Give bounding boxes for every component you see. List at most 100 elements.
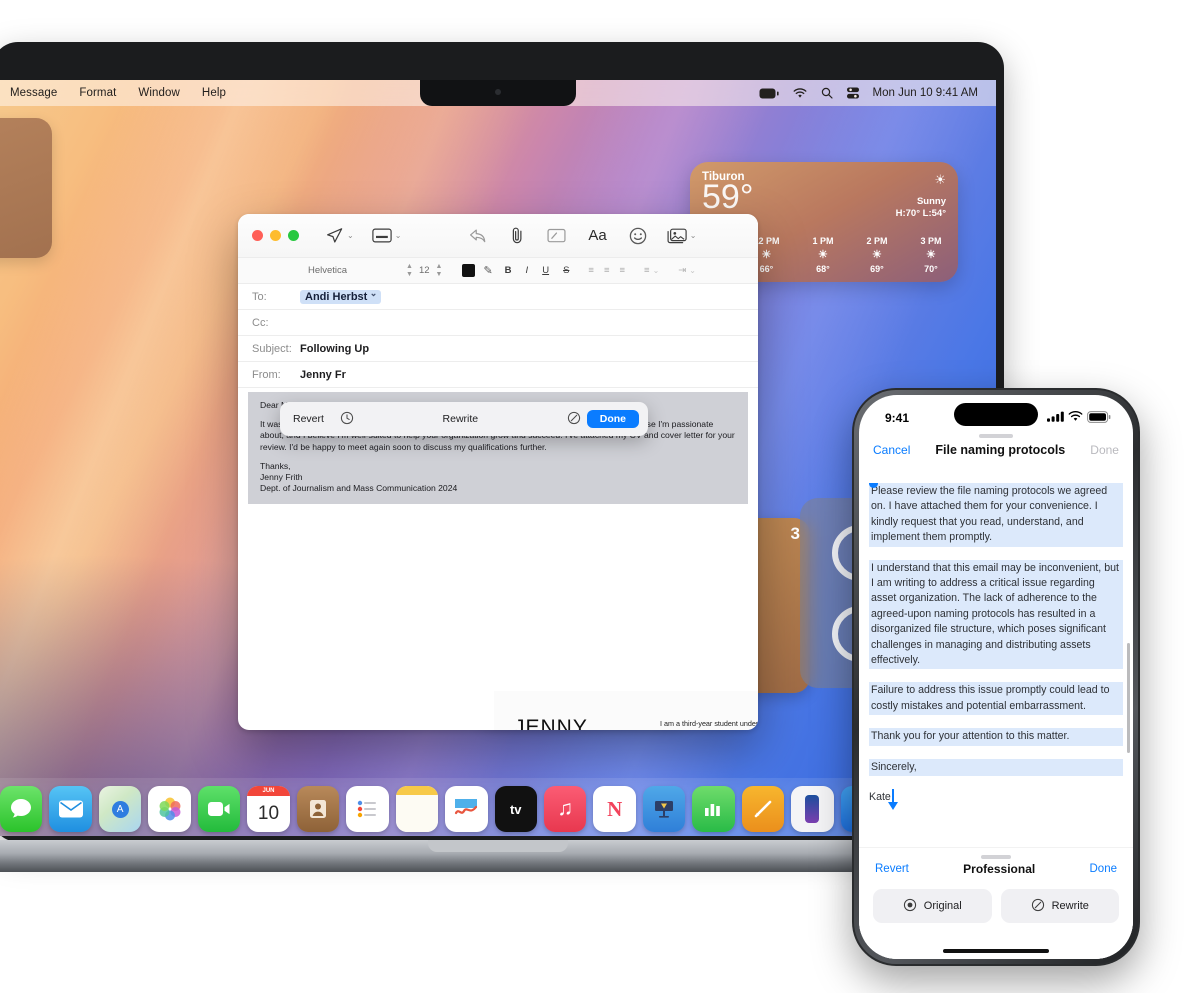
sheet-header[interactable]: Cancel File naming protocols Done	[859, 438, 1133, 465]
mail-format-bar[interactable]: Helvetica ▲ ▼ 12 ▲ ▼ ✎ B I U S ≡ ≡ ≡ ≡ ⌄ ⇥ ⌄	[238, 258, 758, 284]
recipient-chip[interactable]: Andi Herbst	[300, 288, 382, 304]
dock-item-numbers[interactable]	[692, 786, 735, 832]
dock-item-mail[interactable]	[49, 786, 92, 832]
field-from[interactable]: From: Jenny Fr	[238, 362, 758, 388]
control-center-icon[interactable]	[846, 87, 859, 99]
menu-item-format[interactable]: Format	[79, 87, 116, 99]
text-caret[interactable]	[887, 789, 898, 811]
done-button[interactable]: Done	[1090, 863, 1118, 875]
subject-value[interactable]: Following Up	[300, 343, 369, 355]
rewrite-button[interactable]: Rewrite	[1000, 889, 1119, 923]
align-center-icon[interactable]: ≡	[604, 265, 610, 276]
reply-icon[interactable]	[469, 228, 488, 244]
font-family-select[interactable]: Helvetica	[308, 265, 400, 276]
photo-browser-icon[interactable]	[667, 228, 687, 244]
dock-item-news[interactable]: N	[593, 786, 636, 832]
weather-hour-temp: 68°	[816, 264, 830, 274]
writing-tools-bar[interactable]: Revert Professional Done Original Rewrit…	[859, 847, 1133, 959]
weather-hour-time: 2 PM	[866, 236, 888, 246]
phone-body-paragraph: I understand that this email may be inco…	[869, 559, 1123, 670]
tools-buttons[interactable]: Original Rewrite	[859, 876, 1133, 923]
original-button[interactable]: Original	[873, 889, 992, 923]
scrollbar[interactable]	[1127, 643, 1130, 753]
revert-button[interactable]: Revert	[293, 413, 324, 425]
send-icon[interactable]	[325, 226, 344, 245]
dock-item-maps[interactable]: A	[98, 786, 142, 832]
done-button[interactable]: Done	[1090, 443, 1119, 457]
dock-item-notes[interactable]	[395, 786, 439, 832]
dock-item-contacts[interactable]	[296, 786, 340, 832]
iphone-mail-body[interactable]: Please review the file naming protocols …	[859, 483, 1133, 847]
italic-button[interactable]: I	[526, 265, 529, 276]
field-subject[interactable]: Subject: Following Up	[238, 336, 758, 362]
dock-item-facetime[interactable]	[197, 786, 241, 832]
tools-header[interactable]: Revert Professional Done	[859, 859, 1133, 876]
home-indicator[interactable]	[943, 949, 1049, 953]
text-color-swatch[interactable]	[462, 264, 476, 277]
wifi-icon[interactable]	[793, 87, 807, 99]
camera-icon	[495, 89, 501, 95]
underline-button[interactable]: U	[542, 265, 549, 276]
field-cc[interactable]: Cc:	[238, 310, 758, 336]
bold-button[interactable]: B	[505, 265, 512, 276]
dock-item-apple-tv[interactable]: tv	[494, 786, 537, 832]
dock-item-iphone-mirroring[interactable]	[791, 786, 834, 832]
markup-icon[interactable]	[547, 228, 566, 243]
macos-desktop: Message Format Window Help Mon Jun 10 9:…	[0, 80, 996, 836]
chevron-down-icon[interactable]: ⌄	[690, 231, 697, 240]
close-button[interactable]	[252, 230, 263, 241]
format-Aa-icon[interactable]: Aa	[588, 227, 606, 244]
chevron-down-icon[interactable]: ⌄	[347, 231, 354, 240]
minimize-button[interactable]	[270, 230, 281, 241]
font-size-select[interactable]: 12	[419, 265, 430, 276]
writing-tools-sheet[interactable]: Cancel File naming protocols Done Please…	[859, 429, 1133, 959]
desktop-widget-partial[interactable]	[0, 118, 52, 258]
highlighter-icon[interactable]: ✎	[483, 264, 492, 277]
chevron-down-icon[interactable]: ⌄	[395, 231, 402, 240]
menu-item-window[interactable]: Window	[138, 87, 180, 99]
rewrite-slash-icon[interactable]	[567, 411, 581, 428]
menu-item-message[interactable]: Message	[10, 87, 57, 99]
phone-body-paragraph: Please review the file naming protocols …	[869, 483, 1123, 547]
from-value[interactable]: Jenny Fr	[300, 369, 346, 381]
dock-item-calendar[interactable]: JUN 10	[247, 786, 290, 832]
align-right-icon[interactable]: ≡	[620, 265, 626, 276]
maximize-button[interactable]	[288, 230, 299, 241]
align-left-icon[interactable]: ≡	[588, 265, 594, 276]
news-n-icon: N	[607, 796, 623, 821]
iphone-screen[interactable]: 9:41 Cancel File naming protocols Done P…	[859, 395, 1133, 959]
stationery-icon[interactable]	[372, 228, 392, 243]
dock-item-messages[interactable]	[0, 786, 43, 832]
macos-dock[interactable]: A JUN 10 tv ♫ N	[0, 778, 996, 836]
cv-attachment-preview[interactable]: JENNY FRITH I am a third-year student un…	[494, 691, 758, 730]
dock-item-pages[interactable]	[741, 786, 785, 832]
undo-clock-icon[interactable]	[340, 411, 354, 428]
field-to[interactable]: To: Andi Herbst	[238, 284, 758, 310]
strikethrough-button[interactable]: S	[563, 265, 569, 276]
writing-tools-rewrite-toolbar[interactable]: Revert Rewrite Done	[280, 402, 648, 436]
done-button[interactable]: Done	[586, 410, 639, 428]
dock-item-reminders[interactable]	[346, 786, 389, 832]
window-traffic-lights[interactable]	[252, 230, 299, 241]
font-size-stepper[interactable]: ▲ ▼	[436, 263, 443, 279]
body-signature-dept: Dept. of Journalism and Mass Communicati…	[260, 483, 458, 494]
list-icon[interactable]: ≡ ⌄	[644, 265, 659, 276]
emoji-icon[interactable]	[629, 227, 647, 245]
battery-icon[interactable]	[759, 88, 779, 99]
indent-icon[interactable]: ⇥ ⌄	[678, 265, 696, 276]
menu-item-help[interactable]: Help	[202, 87, 226, 99]
search-icon[interactable]	[821, 87, 833, 99]
dock-item-stocks[interactable]	[445, 786, 488, 832]
sun-icon: ☀	[872, 249, 882, 261]
cancel-button[interactable]: Cancel	[873, 443, 910, 457]
dock-item-keynote[interactable]	[642, 786, 686, 832]
revert-button[interactable]: Revert	[875, 863, 909, 875]
mail-compose-window[interactable]: ⌄ ⌄ Aa ⌄ Helvetica ▲ ▼ 12 ▲ ▼ ✎ B I U S …	[238, 214, 758, 730]
paperclip-icon[interactable]	[510, 226, 525, 245]
dock-item-photos[interactable]	[148, 786, 191, 832]
dock-item-music[interactable]: ♫	[543, 786, 587, 832]
menu-bar-clock[interactable]: Mon Jun 10 9:41 AM	[873, 87, 978, 99]
phone-body-signoff: Sincerely,	[869, 758, 1123, 777]
mail-toolbar[interactable]: ⌄ ⌄ Aa ⌄	[238, 214, 758, 258]
font-family-stepper[interactable]: ▲ ▼	[406, 263, 413, 279]
